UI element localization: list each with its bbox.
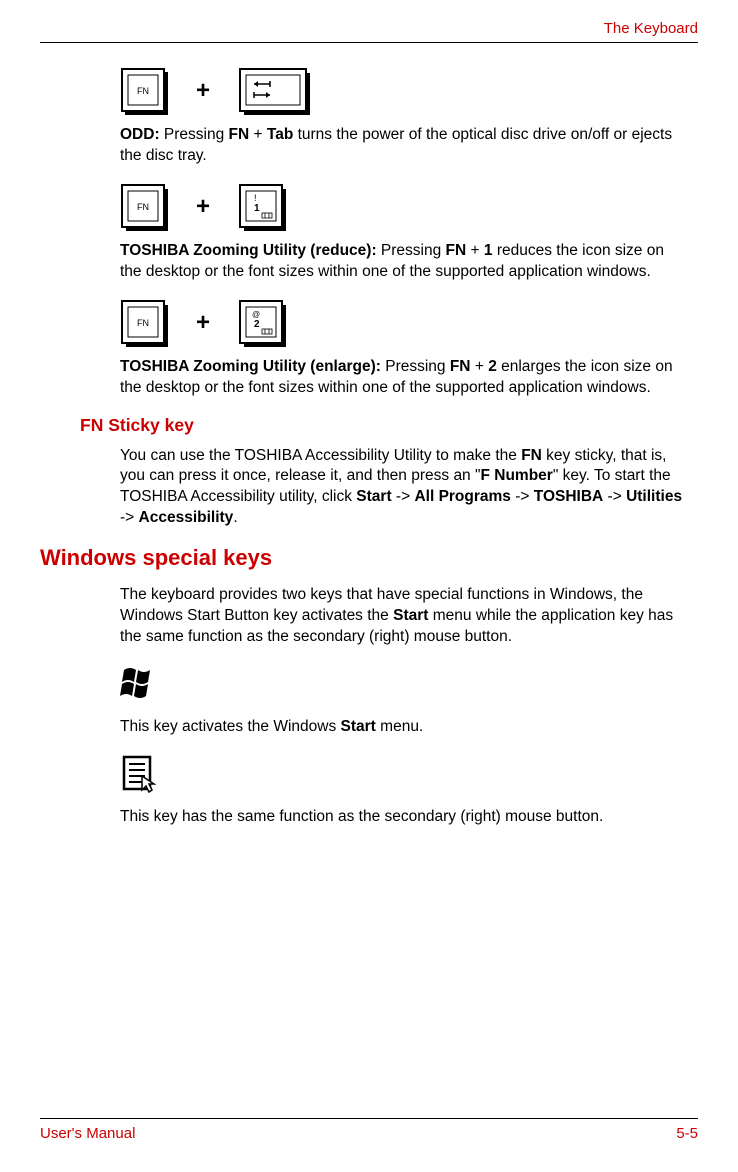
one-key-icon: ! 1 [238,183,286,231]
svg-text:@: @ [252,310,260,319]
svg-text:FN: FN [137,202,149,212]
windows-keys-intro: The keyboard provides two keys that have… [120,585,688,648]
key-combo-fn-1: FN + ! 1 [120,183,688,231]
page-footer: User's Manual 5-5 [40,1118,698,1142]
fn-key-icon: FN [120,67,168,115]
svg-text:2: 2 [254,319,260,330]
application-key-icon [120,754,688,799]
plus-icon: + [196,77,210,105]
windows-start-key-desc: This key activates the Windows Start men… [120,717,688,738]
footer-left: User's Manual [40,1125,135,1142]
key-combo-fn-tab: FN + [120,67,688,115]
zoom-enlarge-description: TOSHIBA Zooming Utility (enlarge): Press… [120,357,688,399]
header-title: The Keyboard [604,20,698,37]
content-area: FN + ODD: Pressing FN + Tab turns the po… [40,67,698,828]
footer-right: 5-5 [676,1125,698,1142]
plus-icon: + [196,193,210,221]
plus-icon: + [196,309,210,337]
svg-text:FN: FN [137,86,149,96]
application-key-desc: This key has the same function as the se… [120,807,688,828]
odd-description: ODD: Pressing FN + Tab turns the power o… [120,125,688,167]
fn-key-icon: FN [120,183,168,231]
key-combo-fn-2: FN + @ 2 [120,299,688,347]
fn-sticky-description: You can use the TOSHIBA Accessibility Ut… [120,446,688,530]
fn-key-icon: FN [120,299,168,347]
zoom-reduce-description: TOSHIBA Zooming Utility (reduce): Pressi… [120,241,688,283]
svg-text:1: 1 [254,203,260,214]
svg-text:FN: FN [137,318,149,328]
tab-key-icon [238,67,312,115]
fn-sticky-heading: FN Sticky key [80,415,688,436]
windows-keys-heading: Windows special keys [40,545,688,571]
two-key-icon: @ 2 [238,299,286,347]
windows-logo-icon [120,664,688,709]
page-header: The Keyboard [40,20,698,43]
svg-text:!: ! [254,193,257,203]
